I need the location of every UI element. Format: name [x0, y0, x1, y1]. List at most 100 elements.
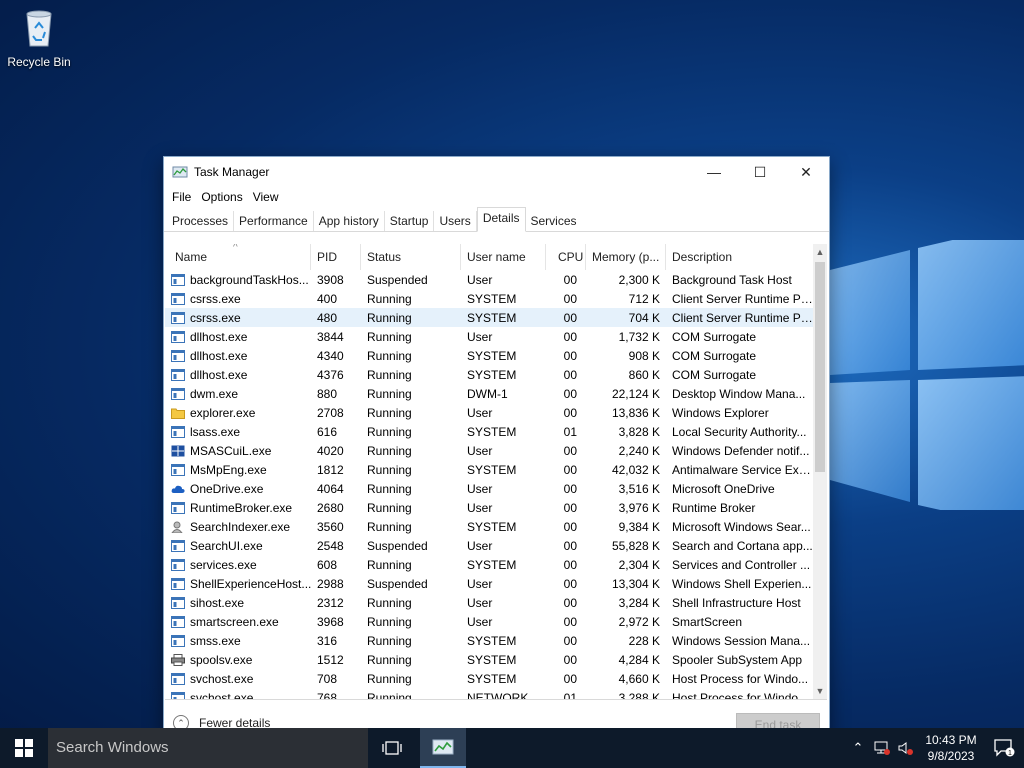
table-row[interactable]: smartscreen.exe 3968 Running User 00 2,972 K S…: [165, 612, 813, 631]
table-row[interactable]: csrss.exe 480 Running SYSTEM 00 704 K Client S…: [165, 308, 813, 327]
scroll-down-icon[interactable]: ▼: [813, 683, 827, 699]
app-window-icon: [171, 558, 185, 571]
tab-users[interactable]: Users: [434, 211, 477, 231]
table-row[interactable]: explorer.exe 2708 Running User 00 13,836 K Win…: [165, 403, 813, 422]
table-row[interactable]: MSASCuiL.exe 4020 Running User 00 2,240 K Wind…: [165, 441, 813, 460]
action-center-button[interactable]: 1: [984, 728, 1024, 768]
notification-count: 1: [1008, 750, 1012, 757]
column-header-description[interactable]: Description: [666, 244, 813, 270]
cell-memory: 712 K: [628, 291, 660, 306]
cell-memory: 3,976 K: [618, 500, 660, 515]
cell-name: ShellExperienceHost....: [165, 577, 311, 591]
menu-options[interactable]: Options: [196, 190, 247, 204]
app-window-icon: [171, 577, 185, 590]
scroll-up-icon[interactable]: ▲: [813, 244, 827, 260]
cell-pid: 4020: [317, 443, 344, 458]
recycle-bin-desktop-icon[interactable]: Recycle Bin: [6, 8, 72, 69]
cell-user-name: SYSTEM: [467, 633, 517, 648]
process-name: svchost.exe: [190, 690, 254, 700]
close-button[interactable]: ✕: [783, 157, 829, 187]
tab-details[interactable]: Details: [476, 207, 526, 232]
table-row[interactable]: OneDrive.exe 4064 Running User 00 3,516 K Micr…: [165, 479, 813, 498]
table-row[interactable]: spoolsv.exe 1512 Running SYSTEM 00 4,284 K Spo…: [165, 650, 813, 669]
table-row[interactable]: SearchUI.exe 2548 Suspended User 00 55,828 K S…: [165, 536, 813, 555]
table-row[interactable]: sihost.exe 2312 Running User 00 3,284 K Shell …: [165, 593, 813, 612]
minimize-button[interactable]: —: [691, 157, 737, 187]
app-window-icon: [171, 311, 185, 324]
table-row[interactable]: SearchIndexer.exe 3560 Running SYSTEM 00 9,38…: [165, 517, 813, 536]
cell-memory: 2,304 K: [618, 557, 660, 572]
column-header-user-name[interactable]: User name: [461, 244, 546, 270]
table-row[interactable]: dwm.exe 880 Running DWM-1 00 22,124 K Desktop …: [165, 384, 813, 403]
taskbar-search-box[interactable]: Search Windows: [48, 728, 368, 768]
cell-name: services.exe: [165, 558, 311, 572]
person-search-icon: [171, 521, 185, 533]
scrollbar-thumb[interactable]: [815, 262, 825, 472]
cell-status: Running: [367, 443, 412, 458]
cell-description: Local Security Authority...: [672, 424, 807, 439]
app-window-icon: [171, 539, 185, 552]
vertical-scrollbar[interactable]: ▲ ▼: [813, 244, 827, 699]
tab-performance[interactable]: Performance: [234, 211, 314, 231]
cell-user-name: DWM-1: [467, 386, 508, 401]
table-row[interactable]: dllhost.exe 4340 Running SYSTEM 00 908 K COM S…: [165, 346, 813, 365]
cell-pid: 3844: [317, 329, 344, 344]
table-row[interactable]: backgroundTaskHos... 3908 Suspended User 00 2…: [165, 270, 813, 289]
table-row[interactable]: svchost.exe 708 Running SYSTEM 00 4,660 K Host…: [165, 669, 813, 688]
menu-view[interactable]: View: [248, 190, 284, 204]
menu-file[interactable]: File: [167, 190, 196, 204]
table-row[interactable]: dllhost.exe 3844 Running User 00 1,732 K COM S…: [165, 327, 813, 346]
minimize-icon: —: [707, 164, 721, 180]
app-window-icon: [171, 425, 185, 438]
cell-memory: 3,516 K: [618, 481, 660, 496]
cell-pid: 4064: [317, 481, 344, 496]
cell-name: sihost.exe: [165, 596, 311, 610]
cell-description: Runtime Broker: [672, 500, 756, 515]
table-row[interactable]: csrss.exe 400 Running SYSTEM 00 712 K Client S…: [165, 289, 813, 308]
network-icon[interactable]: [870, 728, 894, 768]
cell-cpu: 00: [563, 443, 577, 458]
table-row[interactable]: services.exe 608 Running SYSTEM 00 2,304 K Ser…: [165, 555, 813, 574]
cell-description: Windows Defender notif...: [672, 443, 810, 458]
column-header-memory[interactable]: Memory (p...: [586, 244, 666, 270]
column-header-cpu[interactable]: CPU: [546, 244, 586, 270]
cell-status: Running: [367, 595, 412, 610]
tab-processes[interactable]: Processes: [167, 211, 235, 231]
cell-user-name: SYSTEM: [467, 291, 517, 306]
table-row[interactable]: RuntimeBroker.exe 2680 Running User 00 3,976 …: [165, 498, 813, 517]
column-header-name[interactable]: ^ Name: [165, 244, 311, 270]
cell-memory: 13,304 K: [611, 576, 660, 591]
taskbar-task-manager-button[interactable]: [420, 728, 466, 768]
cell-status: Running: [367, 348, 412, 363]
table-row[interactable]: dllhost.exe 4376 Running SYSTEM 00 860 K COM S…: [165, 365, 813, 384]
maximize-button[interactable]: ☐: [737, 157, 783, 187]
tab-services[interactable]: Services: [526, 211, 582, 231]
volume-muted-icon[interactable]: [894, 728, 918, 768]
cell-memory: 55,828 K: [611, 538, 660, 553]
taskbar: Search Windows ⌃ 10:43 PM 9/8/2023 1: [0, 728, 1024, 768]
task-view-icon: [382, 741, 402, 755]
cell-status: Suspended: [367, 576, 428, 591]
cell-pid: 4376: [317, 367, 344, 382]
table-row[interactable]: lsass.exe 616 Running SYSTEM 01 3,828 K Local …: [165, 422, 813, 441]
cell-memory: 3,828 K: [618, 424, 660, 439]
column-header-status[interactable]: Status: [361, 244, 461, 270]
start-button[interactable]: [0, 728, 48, 768]
cell-pid: 400: [317, 291, 338, 306]
tab-startup[interactable]: Startup: [385, 211, 435, 231]
column-header-pid[interactable]: PID: [311, 244, 361, 270]
table-row[interactable]: ShellExperienceHost.... 2988 Suspended User…: [165, 574, 813, 593]
title-bar[interactable]: Task Manager — ☐ ✕: [164, 157, 829, 187]
task-view-button[interactable]: [372, 728, 412, 768]
table-row[interactable]: smss.exe 316 Running SYSTEM 00 228 K Windows S…: [165, 631, 813, 650]
taskbar-clock[interactable]: 10:43 PM 9/8/2023: [918, 732, 984, 764]
table-row[interactable]: svchost.exe 768 Running NETWORK ... 01 3,288 …: [165, 688, 813, 700]
cell-cpu: 01: [563, 424, 577, 439]
tab-app-history[interactable]: App history: [314, 211, 385, 231]
cell-status: Running: [367, 671, 412, 686]
cell-memory: 13,836 K: [611, 405, 660, 420]
cell-name: dllhost.exe: [165, 349, 311, 363]
table-row[interactable]: MsMpEng.exe 1812 Running SYSTEM 00 42,032 K An…: [165, 460, 813, 479]
details-table: ^ Name PID Status User name CPU Memory (…: [165, 244, 827, 700]
chevron-up-icon[interactable]: ⌃: [846, 728, 870, 768]
